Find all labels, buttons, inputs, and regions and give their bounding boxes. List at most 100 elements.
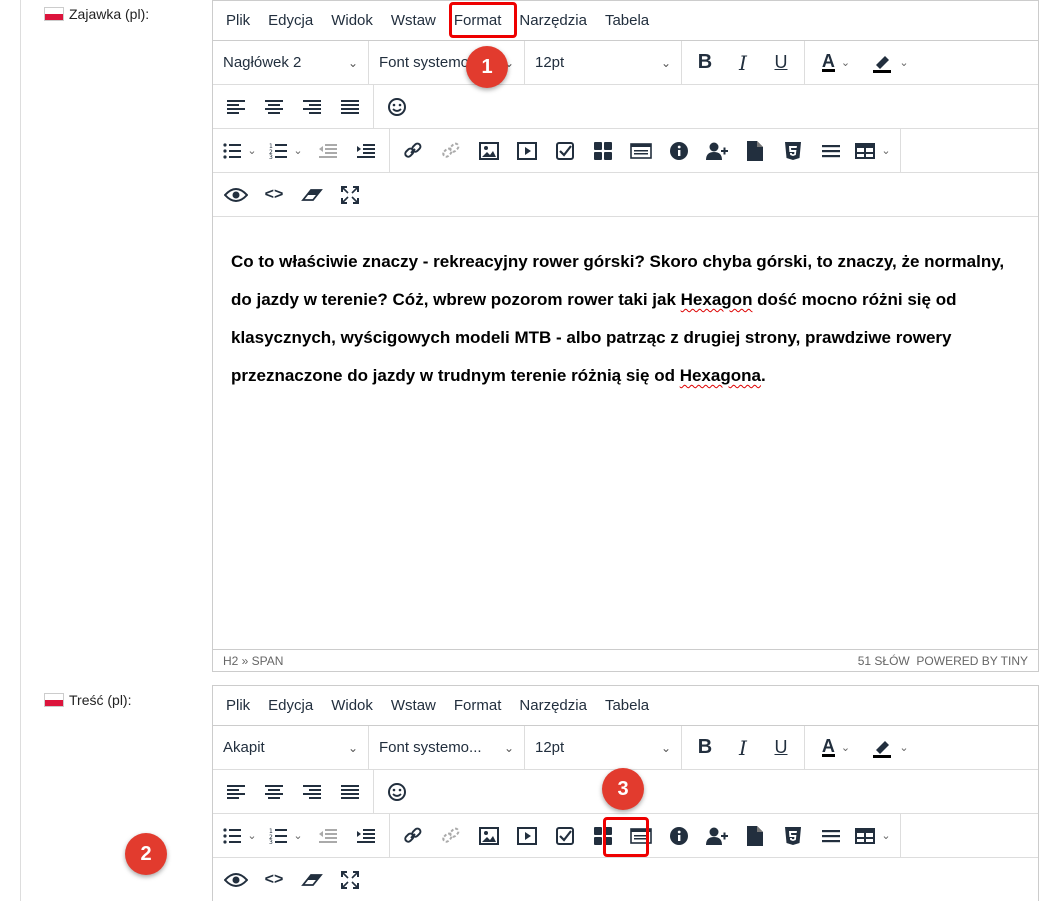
align-group bbox=[213, 770, 374, 813]
menu-tabela[interactable]: Tabela bbox=[596, 6, 658, 36]
italic-icon[interactable]: I bbox=[724, 46, 762, 80]
unlink-icon[interactable] bbox=[432, 134, 470, 168]
template-grid-icon[interactable] bbox=[584, 134, 622, 168]
preview-icon[interactable] bbox=[217, 863, 255, 897]
remove-format-icon[interactable] bbox=[293, 863, 331, 897]
toolbar-insert-row: ⌄ 1 2 3 ⌄ ⌄ bbox=[213, 814, 1038, 858]
text-color-icon[interactable]: A ⌄ bbox=[809, 731, 863, 765]
align-center-icon[interactable] bbox=[255, 90, 293, 124]
menu-narzedzia[interactable]: Narzędzia bbox=[510, 691, 596, 721]
align-center-icon[interactable] bbox=[255, 775, 293, 809]
bold-icon[interactable]: B bbox=[686, 731, 724, 765]
italic-icon[interactable]: I bbox=[724, 731, 762, 765]
media-icon[interactable] bbox=[508, 819, 546, 853]
align-left-icon[interactable] bbox=[217, 90, 255, 124]
emoticons-icon[interactable] bbox=[378, 90, 416, 124]
fullscreen-icon[interactable] bbox=[331, 178, 369, 212]
table-icon[interactable]: ⌄ bbox=[850, 134, 896, 168]
image-icon[interactable] bbox=[470, 134, 508, 168]
font-family-select[interactable]: Font systemo... ⌄ bbox=[369, 41, 525, 84]
checklist-icon[interactable] bbox=[546, 134, 584, 168]
menu-edycja[interactable]: Edycja bbox=[259, 691, 322, 721]
document-icon[interactable] bbox=[736, 134, 774, 168]
info-icon[interactable] bbox=[660, 819, 698, 853]
menu-wstaw[interactable]: Wstaw bbox=[382, 6, 445, 36]
editor-zajawka: Plik Edycja Widok Wstaw Format Narzędzia… bbox=[212, 0, 1039, 672]
emoticons-icon[interactable] bbox=[378, 775, 416, 809]
underline-icon[interactable]: U bbox=[762, 46, 800, 80]
template-grid-icon[interactable] bbox=[584, 819, 622, 853]
link-icon[interactable] bbox=[394, 819, 432, 853]
remove-format-icon[interactable] bbox=[293, 178, 331, 212]
view-group: <> bbox=[213, 173, 373, 216]
block-format-select[interactable]: Akapit ⌄ bbox=[213, 726, 369, 769]
code-sample-icon[interactable] bbox=[622, 819, 660, 853]
menu-widok[interactable]: Widok bbox=[322, 6, 382, 36]
menu-tabela[interactable]: Tabela bbox=[596, 691, 658, 721]
chevron-down-icon: ⌄ bbox=[347, 740, 358, 755]
editor-content-area[interactable]: Co to właściwie znaczy - rekreacyjny row… bbox=[213, 217, 1038, 649]
align-justify-icon[interactable] bbox=[331, 90, 369, 124]
table-icon[interactable]: ⌄ bbox=[850, 819, 896, 853]
align-right-icon[interactable] bbox=[293, 90, 331, 124]
menu-format[interactable]: Format bbox=[445, 6, 511, 36]
add-user-icon[interactable] bbox=[698, 134, 736, 168]
bullet-list-icon[interactable]: ⌄ bbox=[217, 134, 263, 168]
menu-plik[interactable]: Plik bbox=[217, 691, 259, 721]
underline-icon[interactable]: U bbox=[762, 731, 800, 765]
toolbar-view-row: <> bbox=[213, 173, 1038, 217]
media-icon[interactable] bbox=[508, 134, 546, 168]
preview-icon[interactable] bbox=[217, 178, 255, 212]
source-code-icon[interactable]: <> bbox=[255, 863, 293, 897]
block-format-value: Nagłówek 2 bbox=[223, 54, 302, 71]
code-sample-icon[interactable] bbox=[622, 134, 660, 168]
numbered-list-icon[interactable]: 1 2 3 ⌄ bbox=[263, 819, 309, 853]
element-path[interactable]: H2 » SPAN bbox=[223, 654, 283, 668]
add-user-icon[interactable] bbox=[698, 819, 736, 853]
block-format-select[interactable]: Nagłówek 2 ⌄ bbox=[213, 41, 369, 84]
font-family-select[interactable]: Font systemo... ⌄ bbox=[369, 726, 525, 769]
html5-icon[interactable] bbox=[774, 819, 812, 853]
menu-widok[interactable]: Widok bbox=[322, 691, 382, 721]
bullet-list-icon[interactable]: ⌄ bbox=[217, 819, 263, 853]
info-icon[interactable] bbox=[660, 134, 698, 168]
menu-edycja[interactable]: Edycja bbox=[259, 6, 322, 36]
field-label-tresc: Treść (pl): bbox=[44, 692, 131, 708]
align-justify-icon[interactable] bbox=[331, 775, 369, 809]
font-family-value: Font systemo... bbox=[379, 739, 482, 756]
menu-format[interactable]: Format bbox=[445, 691, 511, 721]
font-size-select[interactable]: 12pt ⌄ bbox=[525, 41, 682, 84]
highlight-color-icon[interactable]: ⌄ bbox=[863, 731, 917, 765]
chevron-down-icon: ⌄ bbox=[503, 55, 514, 70]
emoji-group bbox=[374, 770, 420, 813]
horizontal-rule-icon[interactable] bbox=[812, 134, 850, 168]
numbered-list-icon[interactable]: 1 2 3 ⌄ bbox=[263, 134, 309, 168]
indent-icon[interactable] bbox=[347, 134, 385, 168]
source-code-icon[interactable]: <> bbox=[255, 178, 293, 212]
color-group: A ⌄ ⌄ bbox=[805, 41, 921, 84]
link-icon[interactable] bbox=[394, 134, 432, 168]
menu-narzedzia[interactable]: Narzędzia bbox=[510, 6, 596, 36]
step-badge-2: 2 bbox=[125, 833, 167, 875]
unlink-icon[interactable] bbox=[432, 819, 470, 853]
bold-icon[interactable]: B bbox=[686, 46, 724, 80]
align-right-icon[interactable] bbox=[293, 775, 331, 809]
outdent-icon[interactable] bbox=[309, 819, 347, 853]
checklist-icon[interactable] bbox=[546, 819, 584, 853]
highlight-color-icon[interactable]: ⌄ bbox=[863, 46, 917, 80]
document-icon[interactable] bbox=[736, 819, 774, 853]
editor-tresc: Plik Edycja Widok Wstaw Format Narzędzia… bbox=[212, 685, 1039, 901]
chevron-down-icon: ⌄ bbox=[503, 740, 514, 755]
polish-flag-icon bbox=[44, 7, 64, 21]
align-left-icon[interactable] bbox=[217, 775, 255, 809]
menu-wstaw[interactable]: Wstaw bbox=[382, 691, 445, 721]
fullscreen-icon[interactable] bbox=[331, 863, 369, 897]
outdent-icon[interactable] bbox=[309, 134, 347, 168]
horizontal-rule-icon[interactable] bbox=[812, 819, 850, 853]
font-size-select[interactable]: 12pt ⌄ bbox=[525, 726, 682, 769]
text-color-icon[interactable]: A ⌄ bbox=[809, 46, 863, 80]
image-icon[interactable] bbox=[470, 819, 508, 853]
menu-plik[interactable]: Plik bbox=[217, 6, 259, 36]
indent-icon[interactable] bbox=[347, 819, 385, 853]
html5-icon[interactable] bbox=[774, 134, 812, 168]
